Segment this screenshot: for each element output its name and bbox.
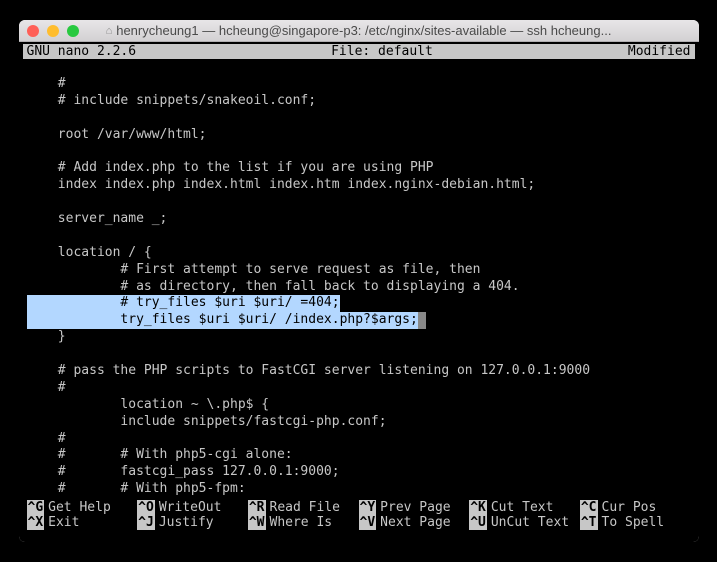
shortcut: ^R Read File [248,500,359,515]
editor-line[interactable]: # fastcgi_pass 127.0.0.1:9000; [27,464,691,481]
editor-content[interactable]: # # include snippets/snakeoil.conf; root… [23,59,695,498]
editor-line[interactable]: } [27,329,691,346]
shortcut-label: To Spell [602,515,665,530]
editor-line[interactable] [27,194,691,211]
shortcut-label: Next Page [380,515,450,530]
shortcut-key: ^X [27,515,45,530]
nano-header: GNU nano 2.2.6 File: default Modified [23,44,695,59]
editor-line[interactable]: # try_files $uri $uri/ =404; [27,295,691,312]
editor-line[interactable]: # [27,76,691,93]
editor-line[interactable]: root /var/www/html; [27,127,691,144]
shortcut-key: ^C [580,500,598,515]
shortcut-label: Read File [270,500,340,515]
shortcut: ^GGet Help [27,500,138,515]
shortcut-key: ^W [248,515,266,530]
shortcut-key: ^T [580,515,598,530]
shortcut: ^XExit [27,515,138,530]
close-button[interactable] [27,25,39,37]
shortcut-bar: ^GGet Help^XExit^OWriteOut^JJustify^RRea… [23,498,695,532]
editor-line[interactable]: location / { [27,245,691,262]
shortcut-label: Justify [159,515,214,530]
shortcut: ^J Justify [137,515,248,530]
home-icon: ⌂ [106,25,113,37]
shortcut: ^C Cur Pos [580,500,691,515]
maximize-button[interactable] [67,25,79,37]
terminal-window: ⌂ henrycheung1 — hcheung@singapore-p3: /… [19,20,699,542]
editor-line[interactable]: # as directory, then fall back to displa… [27,279,691,296]
shortcut-key: ^J [137,515,155,530]
editor-line[interactable]: # # With php5-cgi alone: [27,447,691,464]
shortcut-label: Where Is [270,515,333,530]
terminal-body[interactable]: GNU nano 2.2.6 File: default Modified # … [19,42,699,542]
shortcut-key: ^R [248,500,266,515]
editor-line[interactable]: # [27,431,691,448]
editor-line[interactable] [27,143,691,160]
shortcut: ^O WriteOut [137,500,248,515]
nano-file: File: default [136,44,628,59]
nano-version: GNU nano 2.2.6 [27,44,137,59]
editor-line[interactable]: index index.php index.html index.htm ind… [27,177,691,194]
editor-line[interactable] [27,228,691,245]
editor-line[interactable]: server_name _; [27,211,691,228]
shortcut: ^T To Spell [580,515,691,530]
nano-status: Modified [628,44,691,59]
minimize-button[interactable] [47,25,59,37]
editor-line[interactable]: # First attempt to serve request as file… [27,262,691,279]
shortcut-key: ^U [469,515,487,530]
editor-line[interactable] [27,110,691,127]
shortcut-label: WriteOut [159,500,222,515]
shortcut-label: Prev Page [380,500,450,515]
editor-line[interactable]: # pass the PHP scripts to FastCGI server… [27,363,691,380]
shortcut: ^K Cut Text [469,500,580,515]
shortcut-label: Cut Text [491,500,554,515]
shortcut: ^VNext Page [359,515,470,530]
editor-line[interactable]: location ~ \.php$ { [27,397,691,414]
shortcut-label: Exit [48,515,79,530]
shortcut: ^U UnCut Text [469,515,580,530]
titlebar[interactable]: ⌂ henrycheung1 — hcheung@singapore-p3: /… [19,20,699,42]
shortcut-key: ^Y [359,500,377,515]
editor-line[interactable]: # [27,380,691,397]
shortcut-label: Get Help [48,500,111,515]
shortcut-label: Cur Pos [602,500,657,515]
shortcut-key: ^K [469,500,487,515]
shortcut: ^YPrev Page [359,500,470,515]
editor-line[interactable]: include snippets/fastcgi-php.conf; [27,414,691,431]
editor-line[interactable] [27,346,691,363]
window-title-text: henrycheung1 — hcheung@singapore-p3: /et… [116,23,611,38]
window-controls [27,25,79,37]
editor-line[interactable]: try_files $uri $uri/ /index.php?$args; [27,312,691,329]
editor-line[interactable]: # # With php5-fpm: [27,481,691,498]
shortcut-key: ^O [137,500,155,515]
window-title: ⌂ henrycheung1 — hcheung@singapore-p3: /… [106,23,612,38]
shortcut-label: UnCut Text [491,515,569,530]
editor-line[interactable]: # include snippets/snakeoil.conf; [27,93,691,110]
cursor [418,312,426,329]
shortcut-key: ^G [27,500,45,515]
shortcut-key: ^V [359,515,377,530]
shortcut: ^W Where Is [248,515,359,530]
editor-line[interactable]: # Add index.php to the list if you are u… [27,160,691,177]
